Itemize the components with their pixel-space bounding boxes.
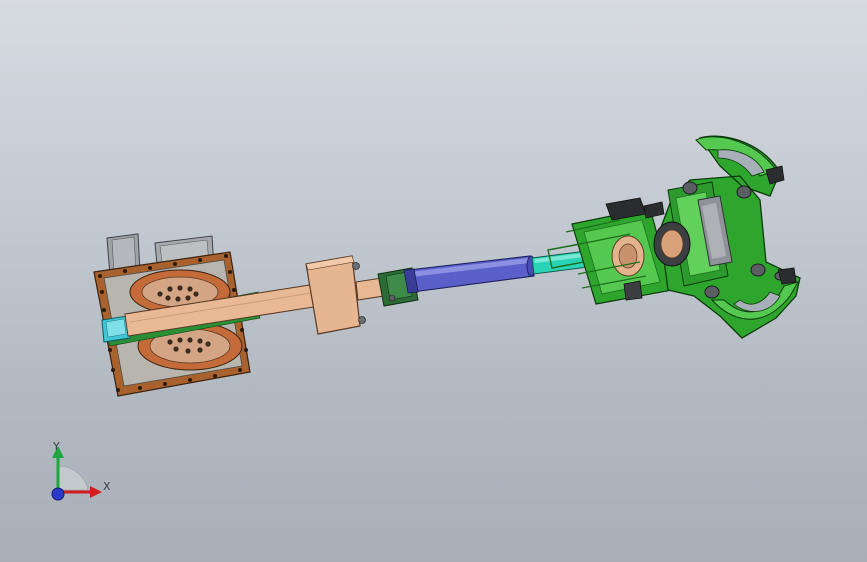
x-axis-arrow: [90, 486, 102, 498]
cad-viewport[interactable]: [0, 0, 867, 562]
y-axis-label: Y: [52, 440, 60, 453]
upper-arm[interactable]: [377, 243, 607, 307]
x-axis-label: X: [103, 480, 111, 493]
z-axis-dot: [51, 487, 65, 501]
coordinate-triad: Y X: [51, 440, 111, 501]
gripper-assembly[interactable]: [565, 135, 801, 339]
